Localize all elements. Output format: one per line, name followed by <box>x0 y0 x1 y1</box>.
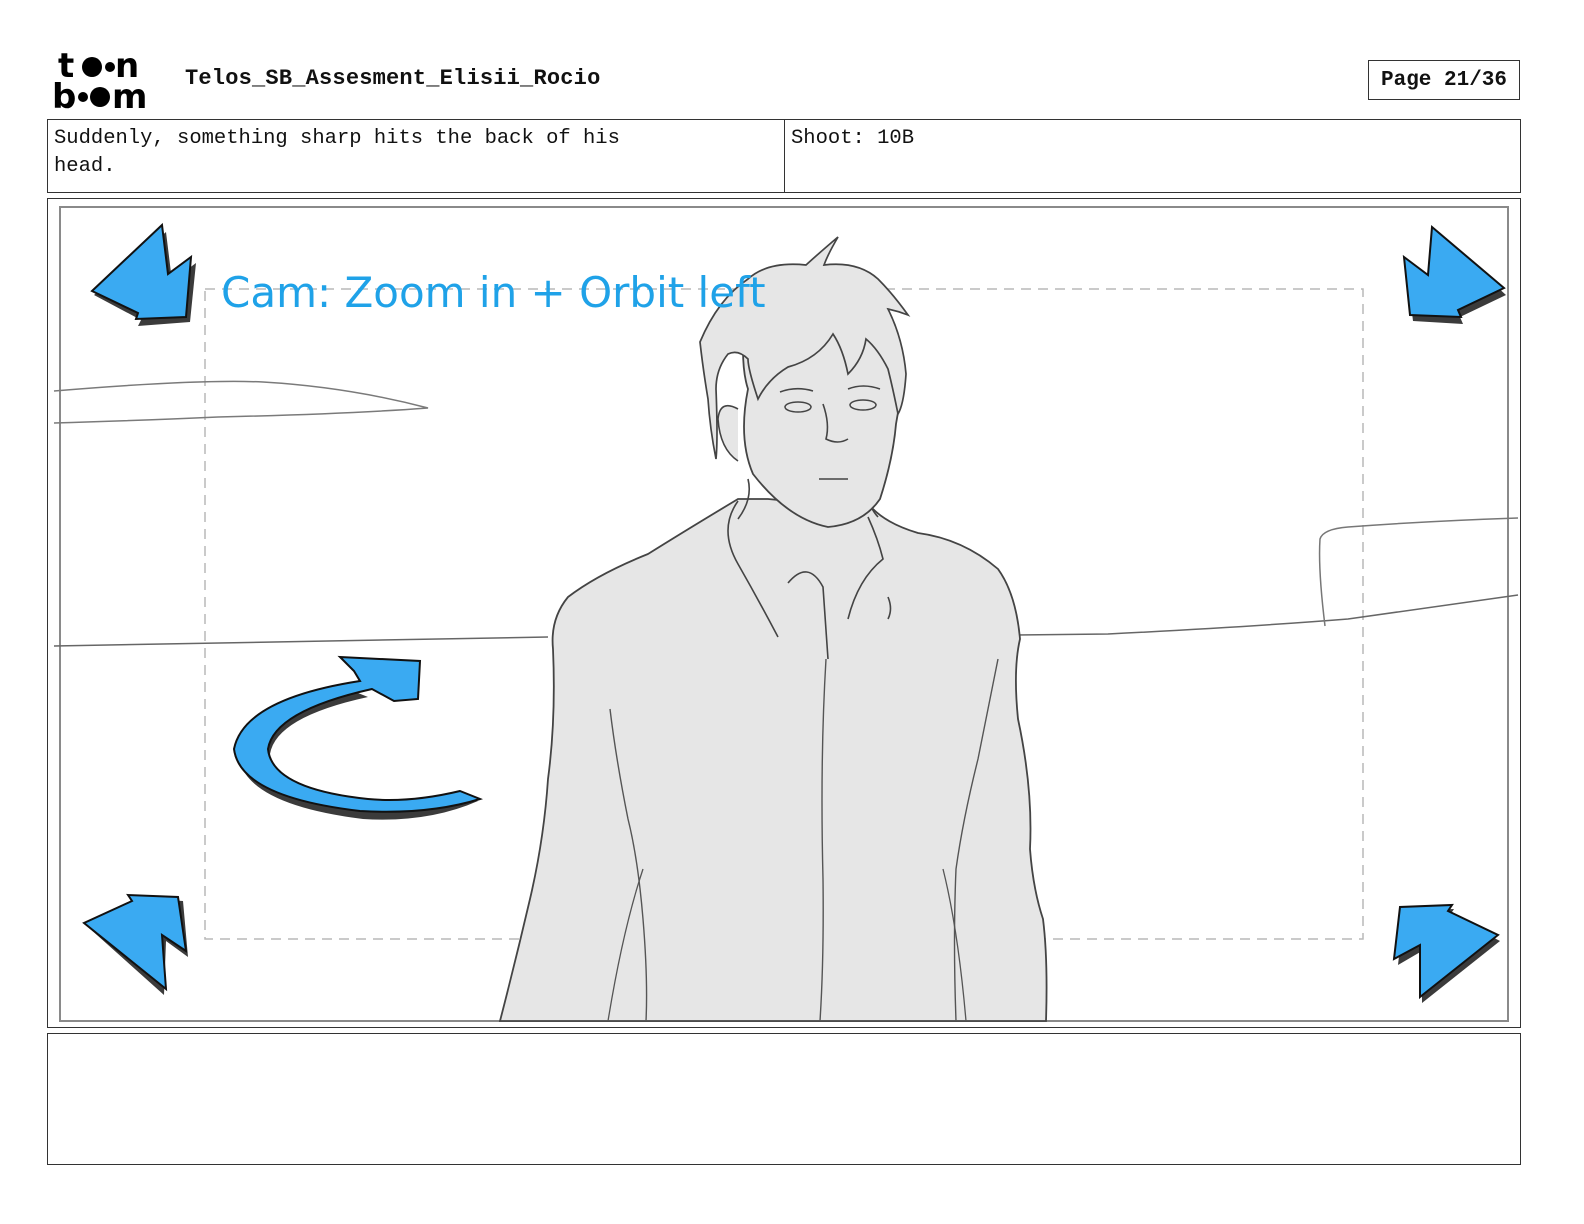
shoot-label: Shoot: 10B <box>791 127 915 150</box>
panel-info-row: Suddenly, something sharp hits the back … <box>47 119 1521 193</box>
horizon-line-right <box>1015 594 1519 636</box>
svg-text:b: b <box>52 77 76 112</box>
zoom-arrow-icon-bottom-left <box>82 893 188 995</box>
panel-drawing: Cam: Zoom in + Orbit left <box>53 206 1519 1022</box>
background-structure <box>1318 517 1519 627</box>
panel-notes-box <box>47 1033 1521 1165</box>
toon-boom-logo: t n b m <box>52 50 147 112</box>
page-indicator: Page 21/36 <box>1368 60 1520 100</box>
camera-note: Cam: Zoom in + Orbit left <box>221 268 766 317</box>
zoom-arrow-icon-top-left <box>90 222 196 326</box>
document-title: Telos_SB_Assesment_Elisii_Rocio <box>185 66 601 91</box>
horizon-line <box>53 636 549 647</box>
action-description: Suddenly, something sharp hits the back … <box>48 120 785 192</box>
background-line <box>53 380 429 424</box>
zoom-arrow-icon-bottom-right <box>1392 903 1500 1003</box>
zoom-arrow-icon-top-right <box>1402 224 1506 324</box>
storyboard-panel: Cam: Zoom in + Orbit left <box>47 198 1521 1028</box>
svg-text:m: m <box>112 77 147 112</box>
orbit-left-arrow-icon <box>232 655 484 820</box>
figure-torso <box>498 498 1048 1022</box>
